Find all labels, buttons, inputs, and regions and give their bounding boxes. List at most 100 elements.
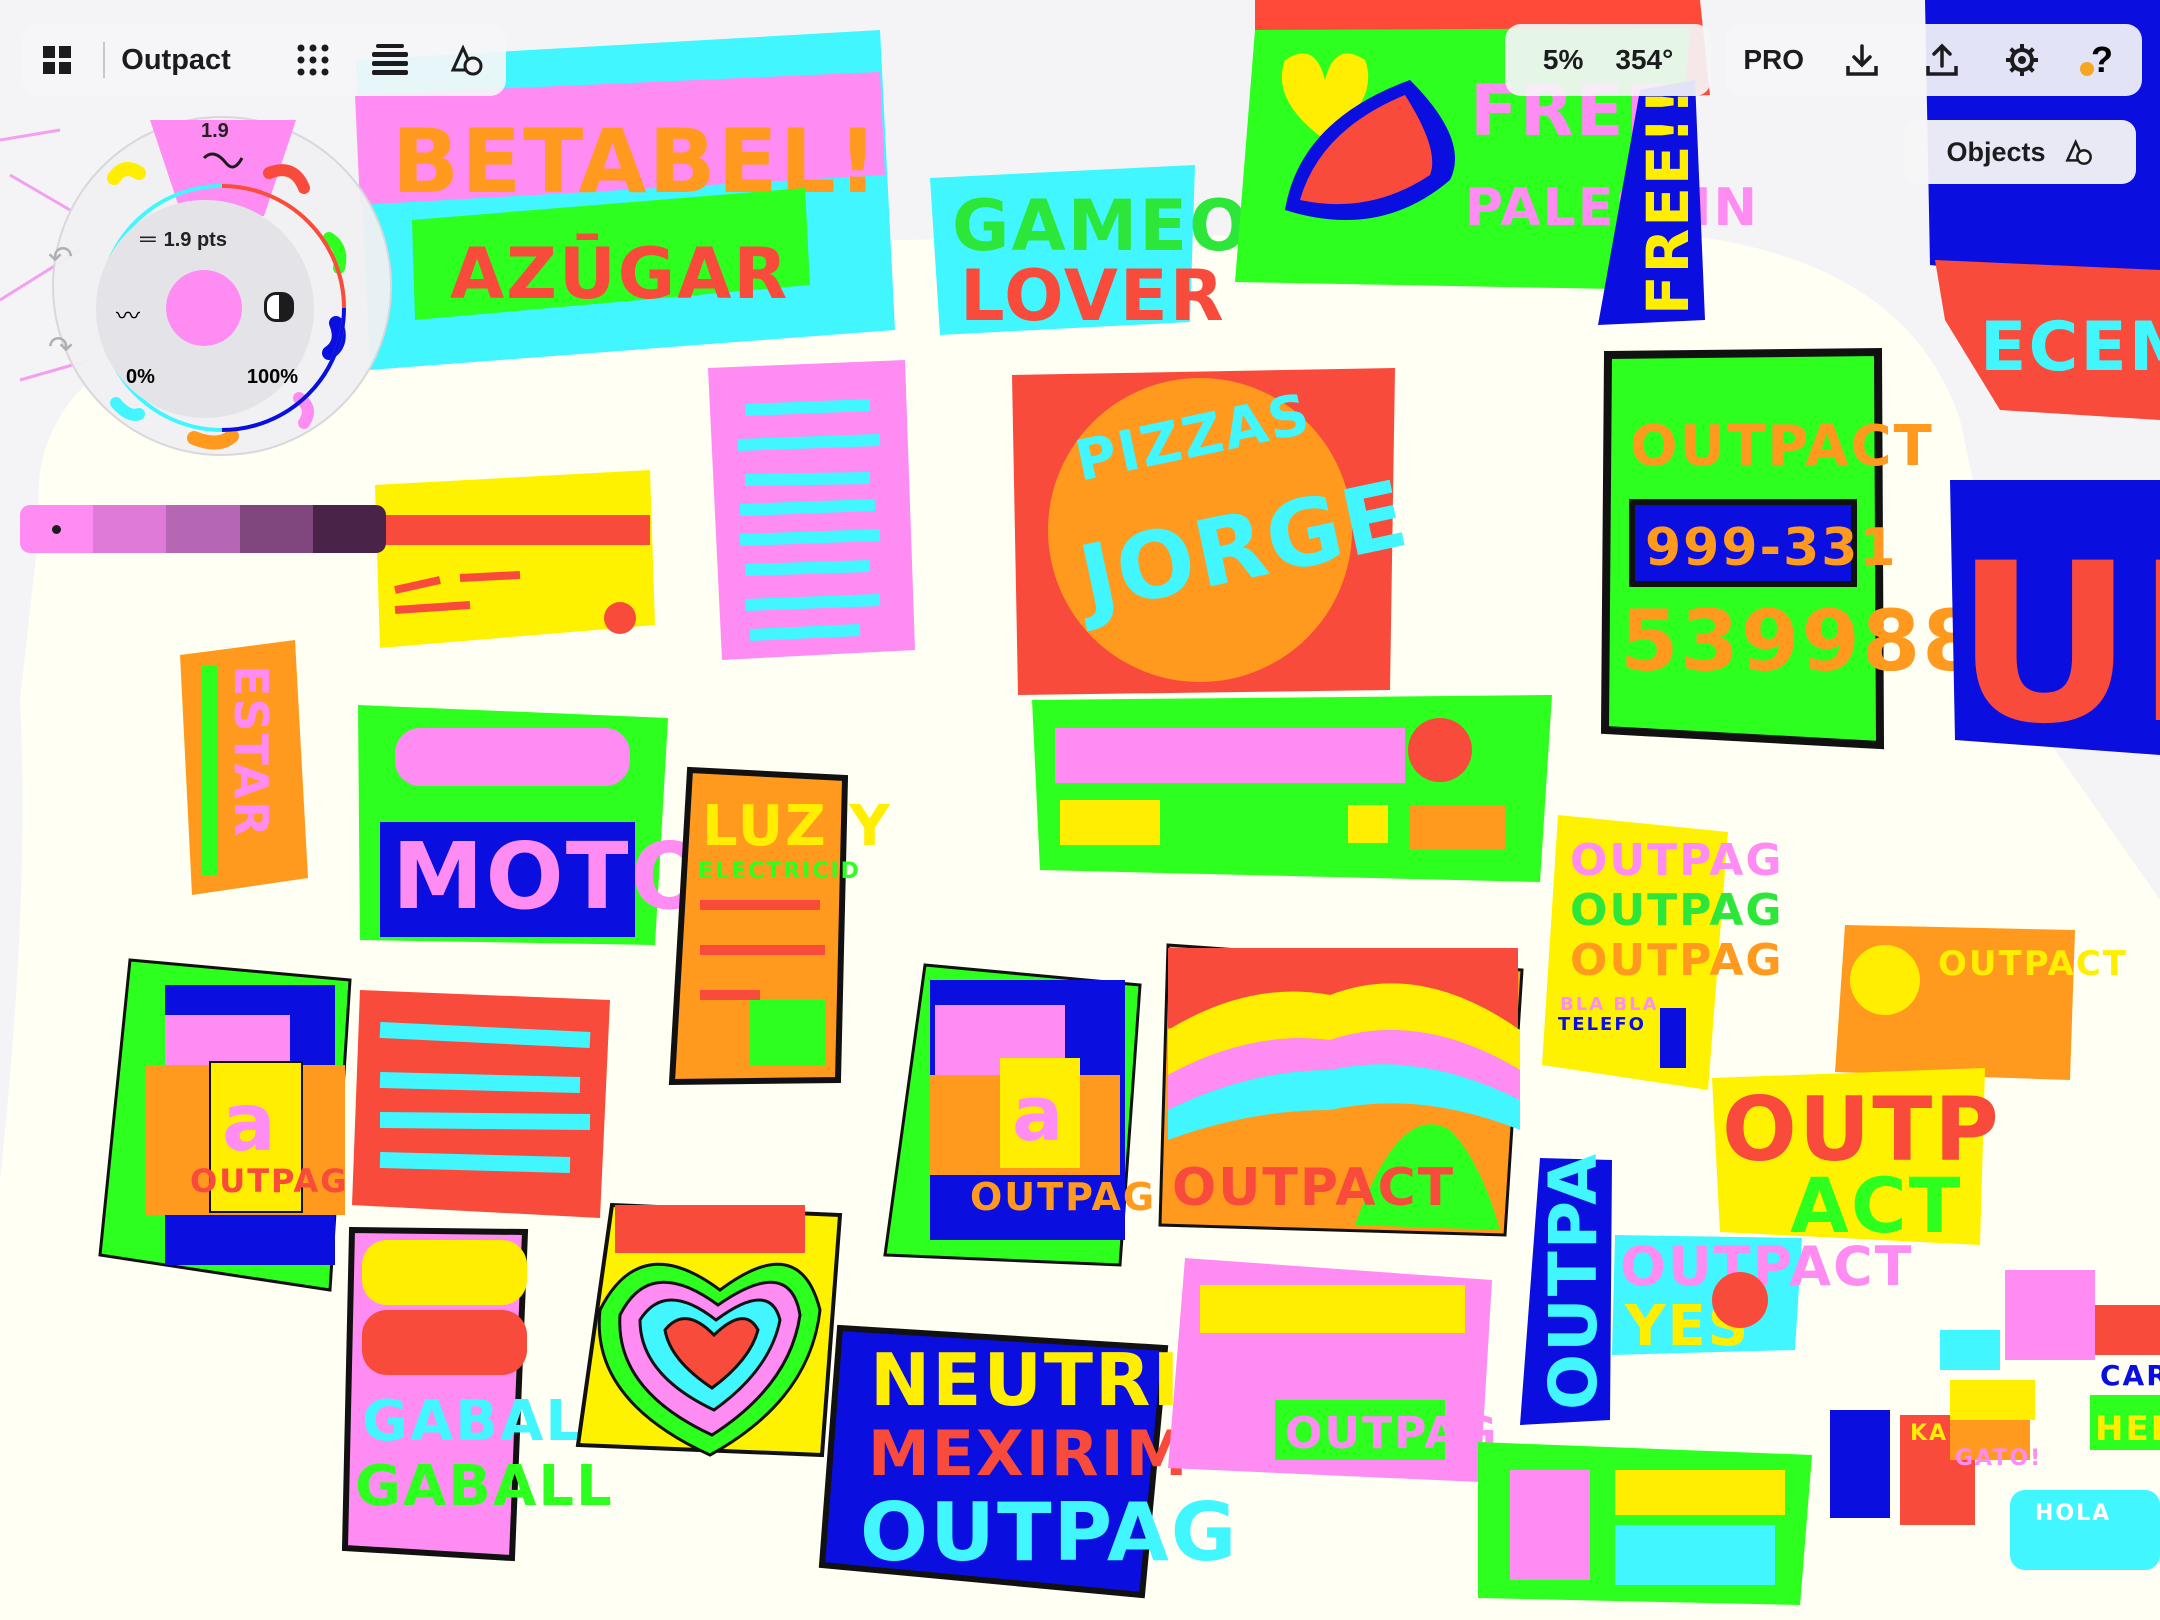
layers-button[interactable] [275, 24, 352, 96]
pink-flyer [708, 360, 915, 660]
wave-landscape-card: OUTPACT [1158, 943, 1524, 1237]
stroke-size-label: ═ 1.9 pts [140, 226, 227, 252]
grid-2x2-icon [42, 46, 71, 74]
redo-icon[interactable]: ↷ [48, 330, 73, 365]
gallery-button[interactable] [22, 24, 91, 96]
electricidad-text: ELECTRICID [698, 859, 861, 884]
red-cyan-card [352, 990, 610, 1218]
estar-sign: ESTAR [180, 640, 308, 895]
outpag-blue-text: OUTPAG [860, 1486, 1238, 1579]
gato-text: GATO! [1955, 1446, 2042, 1471]
outpag-2-text: OUTPAG [1570, 885, 1784, 936]
hola-text: HOLA [2035, 1501, 2111, 1526]
betabel-text: BETABEL! [392, 110, 880, 213]
free-vertical-text: FREE!! [1634, 87, 1702, 315]
telefo-text: TELEFO [1558, 1014, 1646, 1035]
yellow-card [375, 470, 655, 648]
toolbar-right: 5% 354° PRO ? [1502, 24, 2142, 96]
color-swatch[interactable] [312, 505, 386, 553]
moto-text: MOTO [392, 823, 711, 930]
line-weight-icon: ═ [140, 226, 156, 251]
stacked-lines-icon [372, 44, 409, 75]
menu-button[interactable] [352, 24, 429, 96]
outpag-3-text: OUTPAG [1570, 935, 1784, 986]
color-swatch[interactable] [166, 505, 240, 553]
color-palette [20, 505, 386, 553]
phone-2-text: 539988 [1620, 592, 1983, 690]
outpag-small-center: OUTPAG [970, 1175, 1156, 1219]
outpa-vertical-text: OUTPA [1535, 1152, 1612, 1410]
opacity-icon[interactable] [264, 292, 294, 322]
car-text: CAR [2100, 1359, 2160, 1392]
brush-size-label: 1.9 [201, 120, 229, 142]
lover-text: LOVER [960, 255, 1226, 337]
pink-outpag-card: OUTPAG [1168, 1258, 1499, 1482]
undo-icon[interactable]: ↶ [48, 240, 73, 275]
outpact-card-text: OUTPACT [1630, 414, 1934, 479]
pro-label: PRO [1743, 44, 1804, 75]
a-outpag-card-left: a OUTPAG [98, 958, 352, 1292]
bla-bla-text: BLA BLA [1560, 994, 1659, 1015]
shapes-button[interactable] [429, 24, 506, 96]
brush-preset-orange[interactable] [187, 429, 239, 450]
toolbar-left: Outpact [22, 24, 506, 96]
outpag-small-left: OUTPAG [190, 1162, 349, 1200]
un-sign: UN [1950, 480, 2160, 772]
help-button[interactable]: ? [2062, 24, 2142, 96]
opacity-value: 100% [246, 366, 298, 388]
moto-sign: MOTO [358, 705, 711, 945]
palestina-text: PALESTIN [1465, 178, 1759, 238]
share-icon [1926, 43, 1958, 76]
toolbar-divider [103, 42, 106, 78]
notification-dot [2080, 62, 2094, 76]
heart-card [575, 1202, 843, 1458]
brush-preset-cyan[interactable] [110, 397, 145, 421]
outpag-1-text: OUTPAG [1570, 835, 1784, 886]
gear-icon [2006, 44, 2038, 76]
share-button[interactable] [1902, 24, 1982, 96]
download-button[interactable] [1822, 24, 1902, 96]
brush-preset-yellow[interactable] [107, 162, 146, 185]
selected-dot [52, 525, 61, 534]
outpact-small-text: OUTPACT [1938, 944, 2128, 984]
pro-button[interactable]: PRO [1725, 24, 1822, 96]
a-letter-left: a [222, 1076, 278, 1169]
gaball-2-text: GABALL [355, 1454, 614, 1519]
outpag-pink-text: OUTPAG [1285, 1408, 1499, 1459]
zoom-rotation-indicator[interactable]: 5% 354° [1504, 24, 1712, 96]
shapes-icon [451, 44, 483, 76]
luz-y-text: LUZ Y [702, 794, 892, 859]
ecemen-text: ECEMEN [1980, 308, 2160, 387]
a-letter-center: a [1012, 1069, 1065, 1158]
smoothing-icon[interactable]: 〰 [116, 296, 140, 331]
current-color-swatch[interactable] [166, 270, 242, 346]
brush-wheel[interactable]: 1.9 ═ 1.9 pts 〰 0% 100% [52, 116, 392, 456]
dots-grid-icon [297, 44, 329, 76]
estar-text: ESTAR [224, 665, 278, 838]
un-text: UN [1955, 516, 2160, 772]
hel-text: HEL [2095, 1409, 2160, 1449]
smoothing-value: 0% [126, 366, 155, 388]
bar-card [1032, 695, 1552, 882]
outp-act-sign: OUTP ACT [1712, 1068, 1999, 1250]
stroke-size-value: 1.9 pts [163, 229, 227, 251]
shapes-icon [2064, 138, 2092, 165]
color-swatch[interactable] [20, 505, 94, 553]
settings-button[interactable] [1982, 24, 2062, 96]
a-outpag-card-center: a OUTPAG [883, 963, 1156, 1267]
phone-1-text: 999-331 [1645, 518, 1898, 578]
color-swatch[interactable] [239, 505, 313, 553]
gameo-lover-sign: GAMEO LOVER [930, 165, 1249, 337]
question-icon: ? [2091, 39, 2113, 80]
download-icon [1846, 44, 1878, 76]
color-swatch[interactable] [93, 505, 167, 553]
brush-settings-center[interactable]: ═ 1.9 pts 〰 0% 100% [96, 200, 314, 418]
azugar-text: AZŪGAR [450, 233, 789, 315]
outpact-wave-text: OUTPACT [1172, 1158, 1455, 1218]
document-title[interactable]: Outpact [121, 44, 231, 77]
zoom-level: 5% [1542, 44, 1584, 75]
rotation-angle: 354° [1615, 44, 1674, 75]
objects-button[interactable]: Objects [1904, 120, 2136, 184]
mexirim-text: MEXIRIM [868, 1417, 1189, 1490]
outpact-yes-text: OUTPACT [1620, 1235, 1913, 1298]
